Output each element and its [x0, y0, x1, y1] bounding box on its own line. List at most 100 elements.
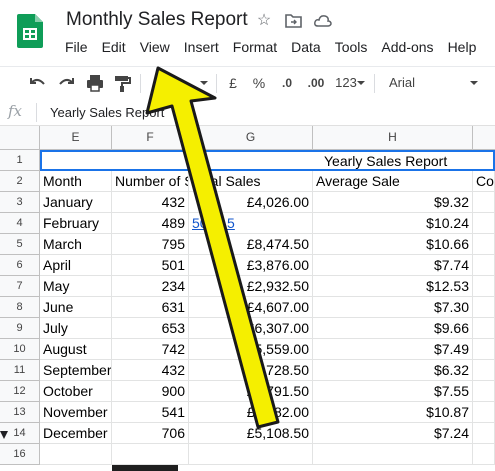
count-cell[interactable]: 501 — [112, 255, 189, 276]
count-cell[interactable]: 653 — [112, 318, 189, 339]
header-cell[interactable]: Co — [473, 171, 495, 192]
col-header-e[interactable]: E — [40, 126, 112, 150]
month-cell[interactable]: September — [40, 360, 112, 381]
month-cell[interactable]: December — [40, 423, 112, 444]
total-cell[interactable]: £5,882.00 — [189, 402, 313, 423]
total-cell[interactable]: £5,108.50 — [189, 423, 313, 444]
total-cell[interactable]: £2,932.50 — [189, 276, 313, 297]
select-all-corner[interactable] — [0, 126, 40, 150]
month-cell[interactable]: June — [40, 297, 112, 318]
empty-cell[interactable] — [112, 444, 189, 465]
count-cell[interactable]: 432 — [112, 360, 189, 381]
row-header[interactable]: 3 — [0, 192, 40, 213]
month-cell[interactable]: July — [40, 318, 112, 339]
total-cell[interactable]: £5,559.00 — [189, 339, 313, 360]
empty-cell[interactable] — [473, 339, 495, 360]
col-header-f[interactable]: F — [112, 126, 189, 150]
empty-cell[interactable] — [473, 213, 495, 234]
font-dropdown-icon[interactable] — [470, 73, 478, 93]
empty-cell[interactable] — [473, 297, 495, 318]
empty-cell[interactable] — [189, 444, 313, 465]
empty-cell[interactable] — [473, 402, 495, 423]
header-cell[interactable]: Number of S — [112, 171, 189, 192]
col-header-h[interactable]: H — [313, 126, 473, 150]
undo-icon[interactable] — [28, 73, 48, 93]
month-cell[interactable]: August — [40, 339, 112, 360]
menu-data[interactable]: Data — [284, 38, 328, 56]
total-cell[interactable]: £3,876.00 — [189, 255, 313, 276]
total-cell[interactable]: £4,607.00 — [189, 297, 313, 318]
empty-cell[interactable] — [473, 255, 495, 276]
month-cell[interactable]: March — [40, 234, 112, 255]
menu-view[interactable]: View — [133, 38, 177, 56]
month-cell[interactable]: May — [40, 276, 112, 297]
row-header[interactable]: 6 — [0, 255, 40, 276]
total-link[interactable]: 5006.5 — [192, 215, 235, 231]
cloud-status-icon[interactable] — [314, 14, 332, 27]
row-header[interactable]: 11 — [0, 360, 40, 381]
more-formats-dropdown-icon[interactable] — [357, 73, 365, 93]
count-cell[interactable]: 234 — [112, 276, 189, 297]
empty-cell[interactable] — [473, 444, 495, 465]
document-title[interactable]: Monthly Sales Report — [66, 9, 248, 31]
header-cell[interactable]: Total Sales — [189, 171, 313, 192]
menu-file[interactable]: File — [58, 38, 95, 56]
header-cell[interactable]: Month — [40, 171, 112, 192]
menu-edit[interactable]: Edit — [95, 38, 133, 56]
empty-cell[interactable] — [313, 444, 473, 465]
total-cell[interactable]: £6,307.00 — [189, 318, 313, 339]
empty-cell[interactable] — [40, 444, 112, 465]
average-cell[interactable]: $7.55 — [313, 381, 473, 402]
empty-cell[interactable] — [473, 318, 495, 339]
row-header[interactable]: 9 — [0, 318, 40, 339]
count-cell[interactable]: 541 — [112, 402, 189, 423]
row-header[interactable]: 5 — [0, 234, 40, 255]
menu-format[interactable]: Format — [226, 38, 284, 56]
formula-input[interactable]: Yearly Sales Report — [50, 105, 164, 120]
total-cell[interactable]: £4,026.00 — [189, 192, 313, 213]
star-icon[interactable]: ☆ — [255, 12, 273, 30]
average-cell[interactable]: $10.87 — [313, 402, 473, 423]
average-cell[interactable]: $10.66 — [313, 234, 473, 255]
row-header[interactable]: 4 — [0, 213, 40, 234]
average-cell[interactable]: $9.66 — [313, 318, 473, 339]
title-cell[interactable]: Yearly Sales Report — [40, 150, 495, 171]
empty-cell[interactable] — [473, 423, 495, 444]
col-header-i[interactable] — [473, 126, 495, 150]
header-cell[interactable]: Average Sale — [313, 171, 473, 192]
count-cell[interactable]: 432 — [112, 192, 189, 213]
more-formats-button[interactable]: 123 — [334, 73, 358, 93]
count-cell[interactable]: 631 — [112, 297, 189, 318]
average-cell[interactable]: $7.74 — [313, 255, 473, 276]
count-cell[interactable]: 795 — [112, 234, 189, 255]
decrease-decimal-button[interactable]: .0 — [278, 73, 296, 93]
average-cell[interactable]: $9.32 — [313, 192, 473, 213]
paint-format-icon[interactable] — [112, 73, 132, 93]
average-cell[interactable]: $6.32 — [313, 360, 473, 381]
count-cell[interactable]: 742 — [112, 339, 189, 360]
currency-button[interactable]: £ — [226, 73, 240, 93]
zoom-dropdown-icon[interactable] — [198, 73, 210, 93]
count-cell[interactable]: 900 — [112, 381, 189, 402]
empty-cell[interactable] — [473, 381, 495, 402]
average-cell[interactable]: $7.49 — [313, 339, 473, 360]
row-header[interactable]: 7 — [0, 276, 40, 297]
row-header[interactable]: 1 — [0, 150, 40, 171]
count-cell[interactable]: 489 — [112, 213, 189, 234]
menu-tools[interactable]: Tools — [328, 38, 375, 56]
menu-insert[interactable]: Insert — [177, 38, 226, 56]
menu-help[interactable]: Help — [441, 38, 484, 56]
empty-cell[interactable] — [473, 360, 495, 381]
month-cell[interactable]: April — [40, 255, 112, 276]
row-header[interactable]: 16 — [0, 444, 40, 465]
empty-cell[interactable] — [473, 192, 495, 213]
row-header[interactable]: 2 — [0, 171, 40, 192]
month-cell[interactable]: February — [40, 213, 112, 234]
redo-icon[interactable] — [56, 73, 76, 93]
row-header[interactable]: 10 — [0, 339, 40, 360]
total-cell[interactable]: £2,728.50 — [189, 360, 313, 381]
average-cell[interactable]: $7.24 — [313, 423, 473, 444]
sheets-logo-icon[interactable] — [17, 14, 43, 48]
percent-button[interactable]: % — [252, 73, 266, 93]
font-family-select[interactable]: Arial — [383, 71, 483, 95]
